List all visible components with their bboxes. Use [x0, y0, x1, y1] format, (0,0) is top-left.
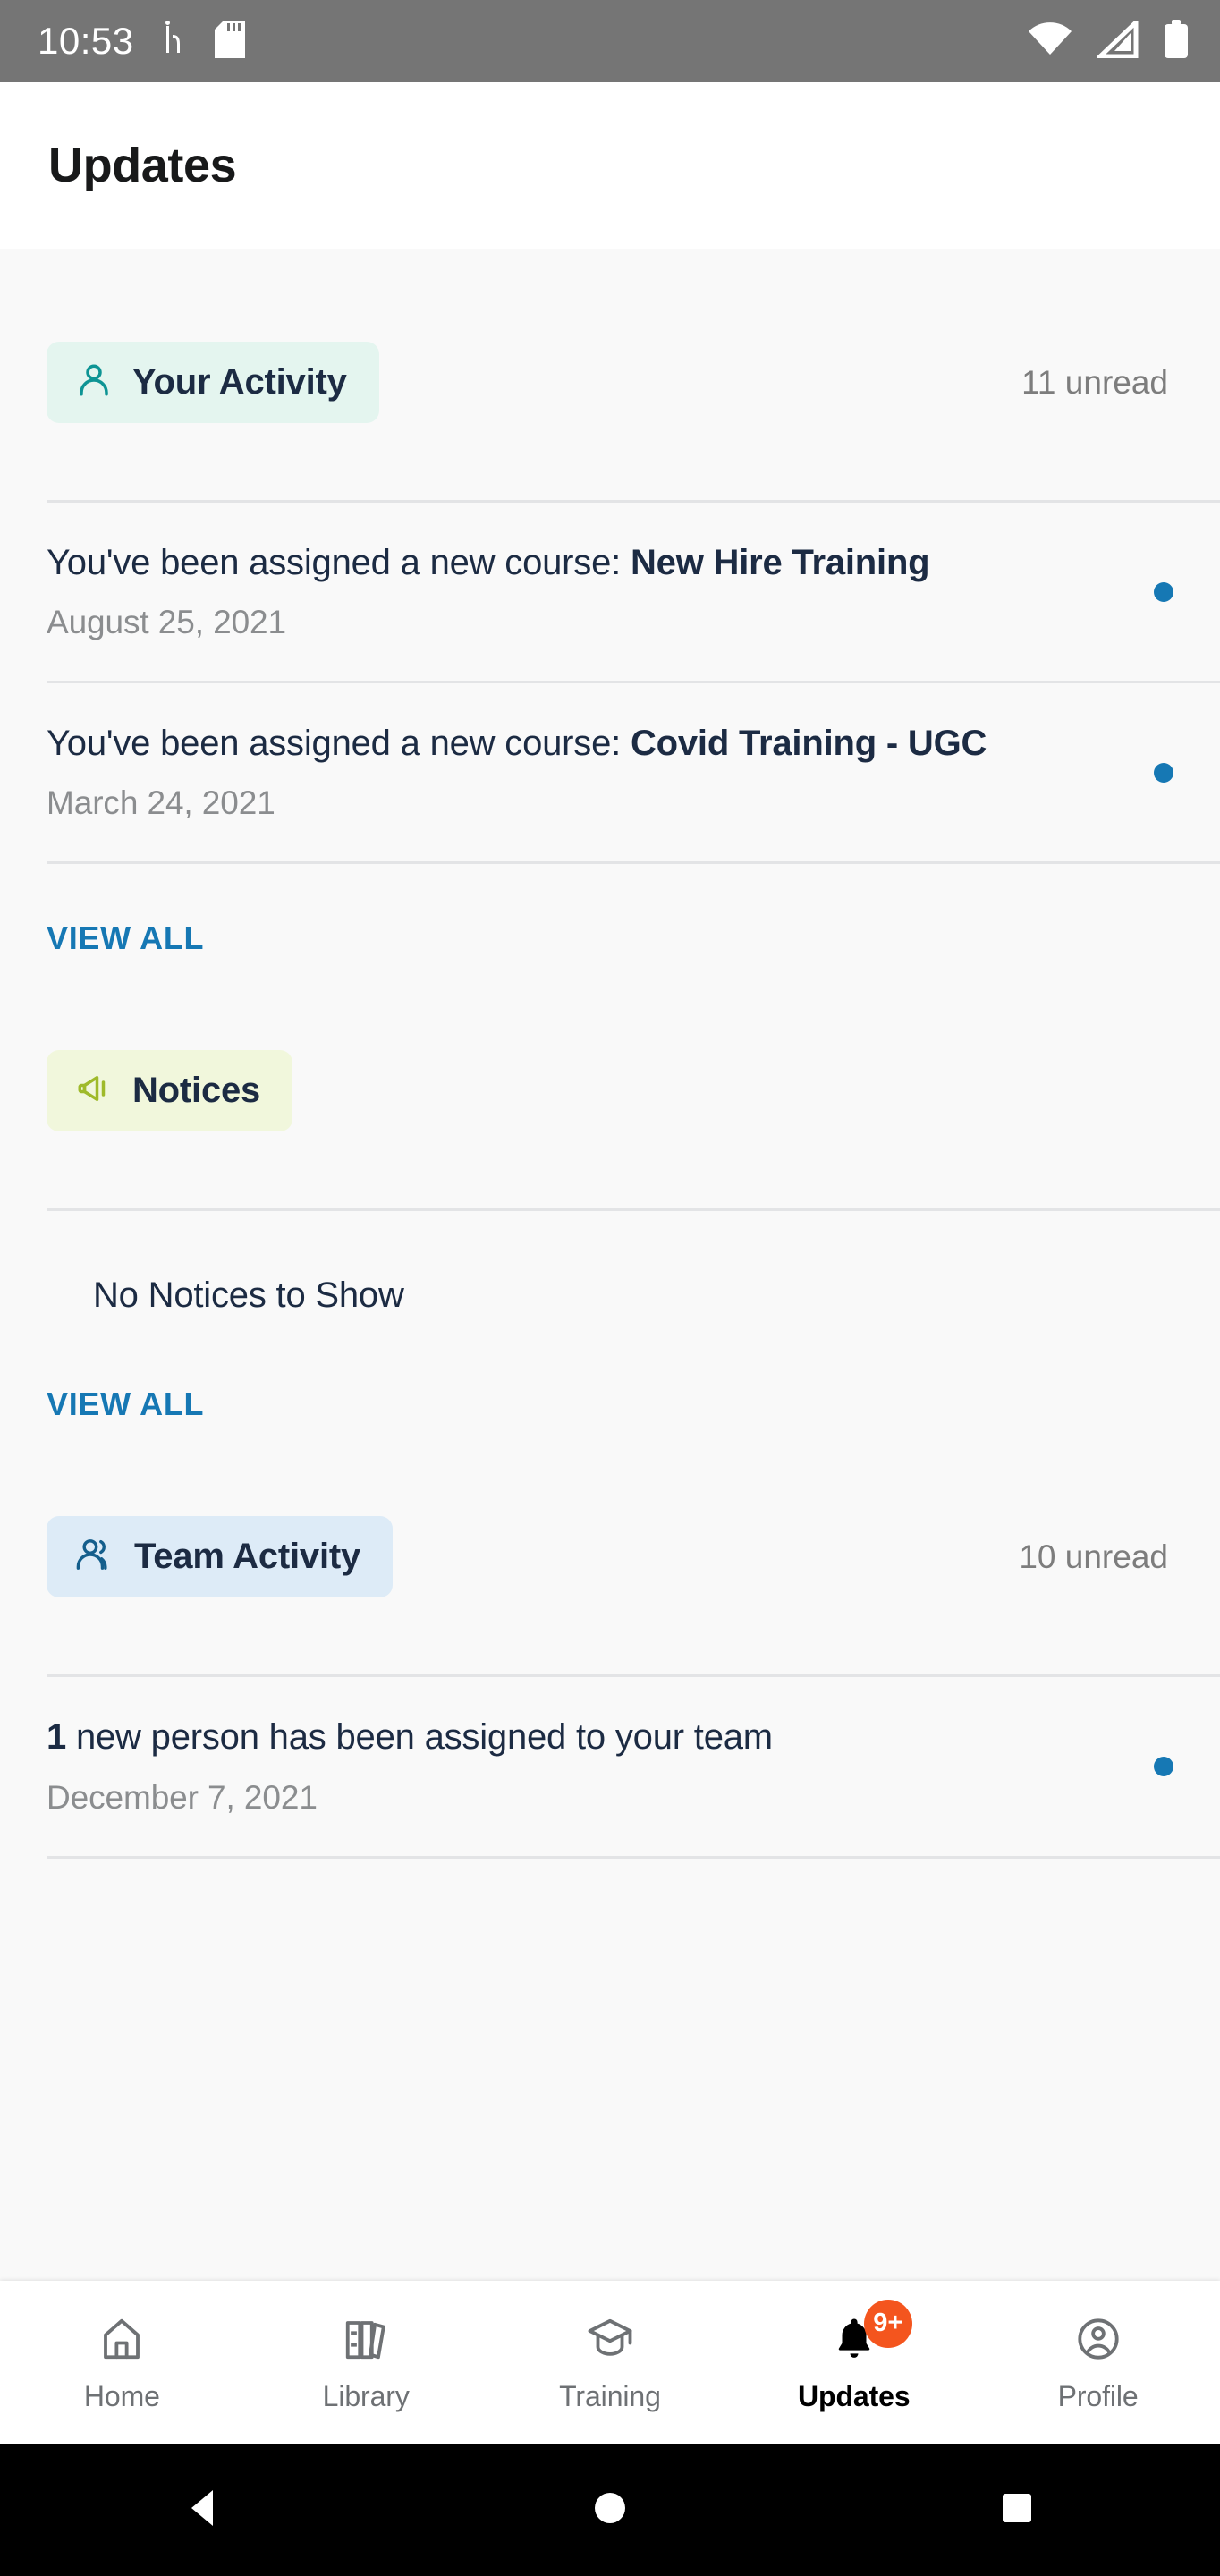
chip-team-activity[interactable]: Team Activity: [47, 1516, 394, 1598]
status-bar-right: [1027, 16, 1190, 64]
divider: [47, 1855, 1220, 1859]
tab-label-library: Library: [322, 2379, 410, 2412]
section-your-activity: Your Activity 11 unread You've been assi…: [0, 342, 1220, 957]
unread-dot: [1154, 762, 1173, 783]
notification-prefix: You've been assigned a new course:: [47, 724, 631, 764]
section-header-your-activity: Your Activity 11 unread: [0, 342, 1220, 423]
notification-content: 1 new person has been assigned to your t…: [47, 1716, 1127, 1816]
tab-training[interactable]: Training: [488, 2281, 733, 2444]
app-header: Updates: [0, 82, 1220, 249]
notification-title: You've been assigned a new course: New H…: [47, 542, 1127, 584]
bell-icon: 9+: [830, 2299, 912, 2366]
chip-label-your-activity: Your Activity: [132, 362, 347, 402]
chip-label-team-activity: Team Activity: [134, 1537, 361, 1577]
page-title: Updates: [48, 139, 237, 192]
graduation-cap-icon: [586, 2312, 634, 2366]
notification-prefix: 1: [47, 1717, 67, 1758]
instagram-icon: [163, 20, 186, 63]
section-team-activity: Team Activity 10 unread 1 new person has…: [0, 1516, 1220, 1859]
notification-row[interactable]: 1 new person has been assigned to your t…: [0, 1677, 1220, 1855]
tab-label-training: Training: [559, 2379, 661, 2412]
notification-title: You've been assigned a new course: Covid…: [47, 723, 1127, 765]
tab-label-profile: Profile: [1057, 2379, 1139, 2412]
updates-scroll-content[interactable]: Your Activity 11 unread You've been assi…: [0, 249, 1220, 2576]
unread-dot: [1154, 581, 1173, 602]
unread-count-team-activity: 10 unread: [1019, 1538, 1168, 1575]
status-bar-left: 10:53: [38, 20, 245, 63]
android-navigation-bar: [0, 2444, 1220, 2576]
view-all-your-activity[interactable]: VIEW ALL: [0, 919, 250, 957]
account-circle-icon: [1074, 2312, 1123, 2366]
tab-label-home: Home: [83, 2379, 160, 2412]
notification-highlight: new person has been assigned to your tea…: [66, 1717, 773, 1758]
wifi-icon: [1027, 21, 1073, 63]
tab-home[interactable]: Home: [0, 2281, 244, 2444]
tab-library[interactable]: Library: [244, 2281, 488, 2444]
notification-highlight: Covid Training - UGC: [630, 724, 987, 764]
notification-content: You've been assigned a new course: Covid…: [47, 723, 1127, 822]
notification-row[interactable]: You've been assigned a new course: New H…: [0, 503, 1220, 681]
notification-content: You've been assigned a new course: New H…: [47, 542, 1127, 641]
recents-square-icon[interactable]: [998, 2489, 1036, 2531]
megaphone-icon: [75, 1070, 113, 1112]
chip-label-notices: Notices: [132, 1071, 261, 1111]
badge-updates: 9+: [863, 2299, 912, 2348]
notification-prefix: You've been assigned a new course:: [47, 543, 631, 582]
chip-your-activity[interactable]: Your Activity: [47, 342, 379, 423]
notification-highlight: New Hire Training: [630, 543, 930, 582]
home-icon: [97, 2312, 146, 2366]
sd-card-icon: [214, 20, 245, 63]
status-bar: 10:53: [0, 0, 1220, 82]
battery-icon: [1163, 19, 1190, 64]
bottom-navigation: Home Library Training 9+ Updates Profile: [0, 2281, 1220, 2444]
status-bar-clock: 10:53: [38, 20, 134, 62]
tab-profile[interactable]: Profile: [976, 2281, 1220, 2444]
people-icon: [75, 1536, 114, 1578]
person-icon: [75, 361, 113, 403]
notification-date: March 24, 2021: [47, 784, 275, 822]
back-triangle-icon[interactable]: [184, 2487, 222, 2534]
view-all-notices[interactable]: VIEW ALL: [0, 1385, 250, 1423]
cellular-signal-icon: [1094, 16, 1140, 63]
chip-notices[interactable]: Notices: [47, 1050, 293, 1132]
notices-empty-message: No Notices to Show: [93, 1275, 404, 1316]
notification-date: December 7, 2021: [47, 1778, 318, 1816]
unread-dot: [1154, 1756, 1173, 1776]
tab-updates[interactable]: 9+ Updates: [732, 2281, 976, 2444]
notification-row[interactable]: You've been assigned a new course: Covid…: [0, 683, 1220, 861]
section-notices: Notices No Notices to Show VIEW ALL: [0, 1050, 1220, 1423]
tab-label-updates: Updates: [798, 2379, 911, 2412]
notification-date: August 25, 2021: [47, 604, 286, 641]
home-circle-icon[interactable]: [590, 2488, 630, 2532]
notification-title: 1 new person has been assigned to your t…: [47, 1716, 1127, 1758]
section-header-notices: Notices: [0, 1050, 1220, 1132]
unread-count-your-activity: 11 unread: [1021, 363, 1168, 401]
books-icon: [342, 2312, 390, 2366]
section-header-team-activity: Team Activity 10 unread: [0, 1516, 1220, 1598]
